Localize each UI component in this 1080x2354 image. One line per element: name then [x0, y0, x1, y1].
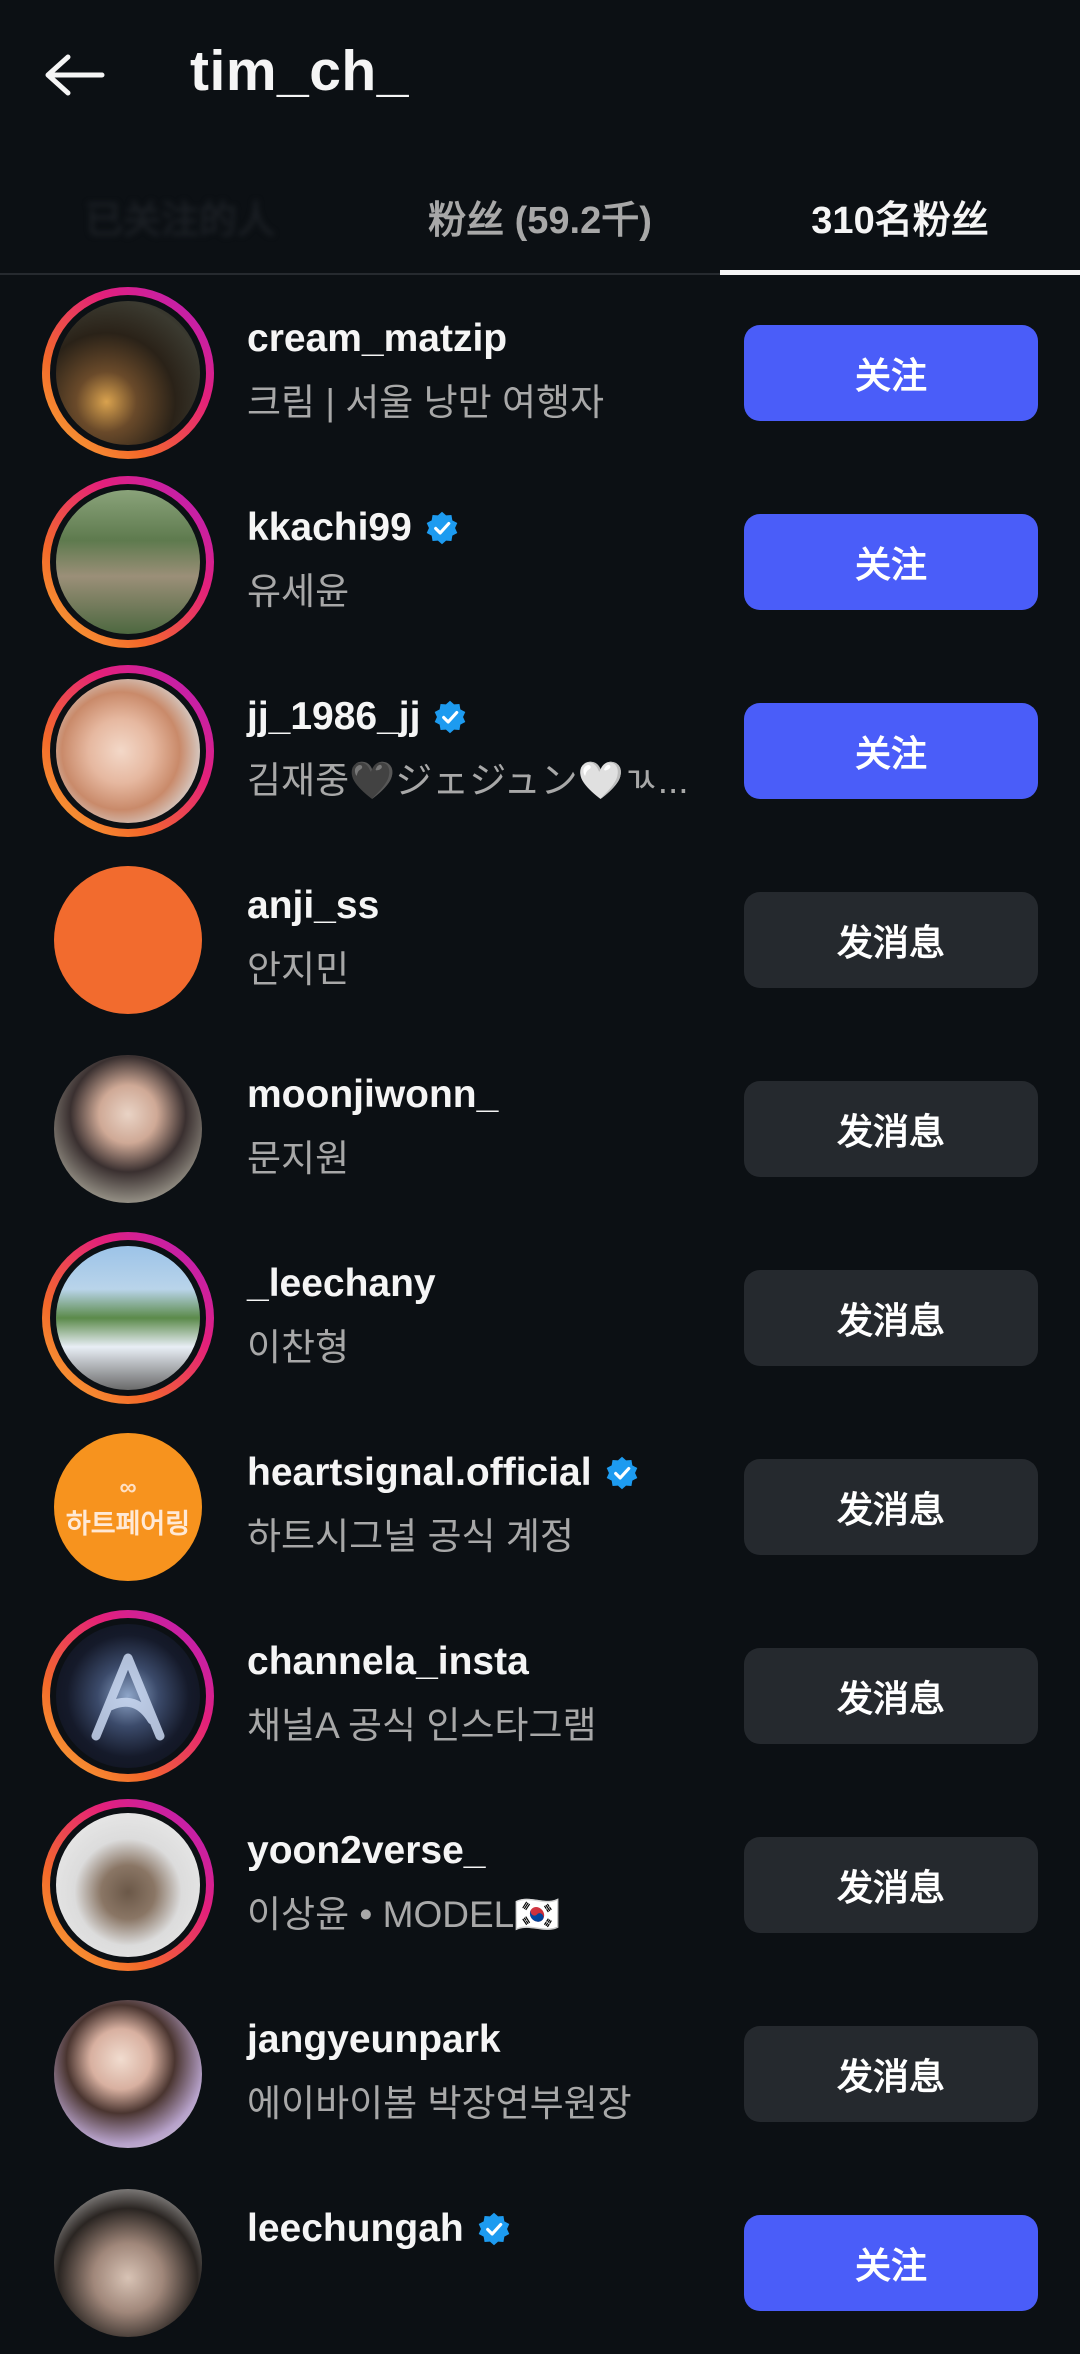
page-title: tim_ch_: [190, 39, 409, 103]
avatar[interactable]: [42, 854, 214, 1026]
list-item[interactable]: _leechany 이찬형 发消息: [0, 1220, 1080, 1409]
follow-button[interactable]: 关注: [744, 2215, 1038, 2311]
verified-badge-icon: [478, 2212, 510, 2246]
list-item[interactable]: cream_matzip 크림 | 서울 낭만 여행자 关注: [0, 275, 1080, 464]
tab-followers[interactable]: 粉丝 (59.2千): [360, 160, 720, 273]
user-subtitle: 하트시그널 공식 계정: [247, 1516, 574, 1557]
avatar[interactable]: [42, 287, 214, 459]
username[interactable]: heartsignal.official: [247, 1451, 640, 1495]
follow-button[interactable]: 关注: [744, 514, 1038, 610]
username[interactable]: anji_ss: [247, 884, 379, 928]
message-button[interactable]: 发消息: [744, 1081, 1038, 1177]
avatar[interactable]: [42, 1610, 214, 1782]
avatar-logo-text: ∞ 하트페어링: [65, 1473, 191, 1539]
list-item[interactable]: ∞ 하트페어링 heartsignal.official 하트시그널 공식 계정…: [0, 1409, 1080, 1598]
message-button[interactable]: 发消息: [744, 2026, 1038, 2122]
message-button[interactable]: 发消息: [744, 1459, 1038, 1555]
top-bar: tim_ch_: [0, 0, 1080, 150]
list-item[interactable]: channela_insta 채널A 공식 인스타그램 发消息: [0, 1598, 1080, 1787]
list-item[interactable]: kkachi99 유세윤 关注: [0, 464, 1080, 653]
list-item[interactable]: yoon2verse_ 이상윤 • MODEL🇰🇷 发消息: [0, 1787, 1080, 1976]
verified-badge-icon: [435, 700, 466, 734]
message-button[interactable]: 发消息: [744, 1648, 1038, 1744]
user-subtitle: 크림 | 서울 낭만 여행자: [247, 382, 605, 423]
avatar[interactable]: [42, 1232, 214, 1404]
username[interactable]: jj_1986_jj: [247, 695, 468, 739]
follow-button[interactable]: 关注: [744, 703, 1038, 799]
tab-bar: 已关注的人 粉丝 (59.2千) 310名粉丝: [0, 160, 1080, 275]
message-button[interactable]: 发消息: [744, 1837, 1038, 1933]
tab-following[interactable]: 已关注的人: [0, 160, 360, 273]
avatar[interactable]: [42, 2177, 214, 2349]
list-item[interactable]: anji_ss 안지민 发消息: [0, 842, 1080, 1031]
tab-mutual-followers[interactable]: 310名粉丝: [720, 160, 1080, 273]
verified-badge-icon: [426, 511, 458, 545]
username[interactable]: moonjiwonn_: [247, 1073, 498, 1117]
list-item[interactable]: leechungah 关注: [0, 2165, 1080, 2354]
username[interactable]: leechungah: [247, 2207, 512, 2251]
user-subtitle: 이상윤 • MODEL🇰🇷: [247, 1894, 561, 1935]
user-subtitle: 안지민: [247, 949, 350, 990]
list-item[interactable]: jj_1986_jj 김재중🖤ジェジュン🤍ㄳ... 关注: [0, 653, 1080, 842]
username[interactable]: jangyeunpark: [247, 2018, 501, 2062]
list-item[interactable]: jangyeunpark 에이바이봄 박장연부원장 发消息: [0, 1976, 1080, 2165]
avatar[interactable]: [42, 1988, 214, 2160]
user-subtitle: 김재중🖤ジェジュン🤍ㄳ...: [247, 760, 689, 801]
message-button[interactable]: 发消息: [744, 892, 1038, 988]
user-subtitle: 문지원: [247, 1138, 350, 1179]
user-subtitle: 채널A 공식 인스타그램: [247, 1705, 597, 1746]
channel-logo-icon: [91, 1653, 165, 1741]
avatar[interactable]: ∞ 하트페어링: [42, 1421, 214, 1593]
username[interactable]: kkachi99: [247, 506, 460, 550]
list-item[interactable]: moonjiwonn_ 문지원 发消息: [0, 1031, 1080, 1220]
avatar[interactable]: [42, 476, 214, 648]
avatar[interactable]: [42, 665, 214, 837]
username[interactable]: _leechany: [247, 1262, 436, 1306]
avatar[interactable]: [42, 1799, 214, 1971]
user-subtitle: 에이바이봄 박장연부원장: [247, 2083, 632, 2124]
verified-badge-icon: [606, 1456, 637, 1490]
username[interactable]: cream_matzip: [247, 317, 507, 361]
username[interactable]: yoon2verse_: [247, 1829, 485, 1873]
user-subtitle: 이찬형: [247, 1327, 350, 1368]
follow-button[interactable]: 关注: [744, 325, 1038, 421]
avatar[interactable]: [42, 1043, 214, 1215]
user-subtitle: 유세윤: [247, 571, 350, 612]
message-button[interactable]: 发消息: [744, 1270, 1038, 1366]
back-arrow-icon[interactable]: [40, 45, 110, 105]
username[interactable]: channela_insta: [247, 1640, 529, 1684]
